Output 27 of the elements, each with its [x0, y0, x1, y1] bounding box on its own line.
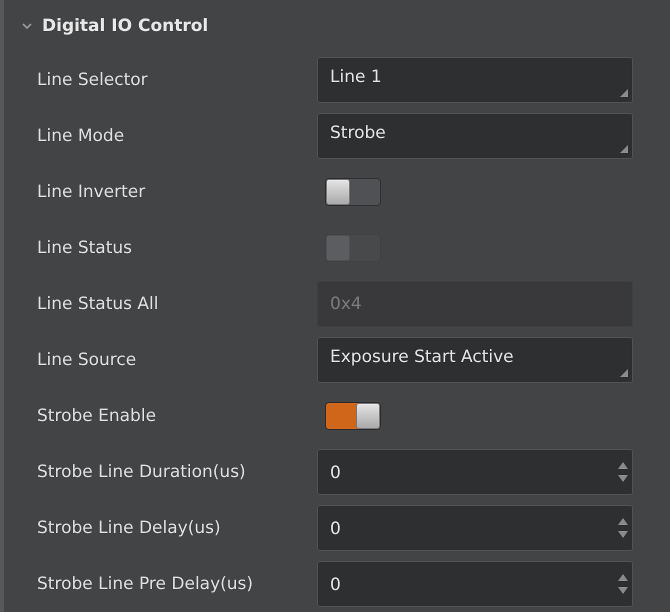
dropdown[interactable]: Strobe — [317, 113, 633, 159]
toggle-switch[interactable] — [325, 178, 381, 206]
resize-corner-icon — [620, 369, 628, 377]
resize-corner-icon — [620, 89, 628, 97]
property-label: Strobe Line Duration(us) — [36, 462, 247, 482]
dropdown[interactable]: Line 1 — [317, 57, 633, 103]
number-field[interactable]: 0 — [317, 561, 633, 607]
property-label: Line Source — [36, 350, 138, 370]
chevron-icon[interactable] — [22, 22, 32, 30]
property-label: Strobe Line Delay(us) — [36, 518, 222, 538]
number-field[interactable]: 0 — [317, 505, 633, 551]
property-label: Strobe Line Pre Delay(us) — [36, 574, 254, 594]
resize-corner-icon — [620, 145, 628, 153]
toggle-switch[interactable] — [325, 402, 381, 430]
property-label: Line Status All — [36, 294, 160, 314]
spin-arrows-icon[interactable] — [618, 573, 628, 595]
property-label: Line Mode — [36, 126, 126, 146]
dropdown[interactable]: Exposure Start Active — [317, 337, 633, 383]
spin-arrows-icon[interactable] — [618, 517, 628, 539]
property-label: Line Inverter — [36, 182, 146, 202]
property-label: Line Selector — [36, 70, 149, 90]
number-field[interactable]: 0 — [317, 449, 633, 495]
section-title: Digital IO Control — [42, 16, 208, 36]
spin-arrows-icon[interactable] — [618, 461, 628, 483]
property-label: Strobe Enable — [36, 406, 158, 426]
property-label: Line Status — [36, 238, 134, 258]
readonly-field: 0x4 — [317, 281, 633, 327]
